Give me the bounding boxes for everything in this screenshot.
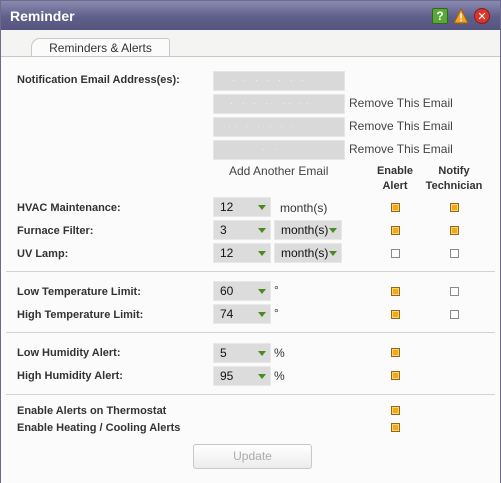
hvac-maintenance-select[interactable]: 12 bbox=[213, 197, 271, 217]
reminder-window: Reminder ? ✕ Reminders & Alerts Notifica… bbox=[0, 0, 501, 483]
warning-icon[interactable] bbox=[453, 8, 469, 24]
help-icon[interactable]: ? bbox=[432, 8, 448, 24]
chevron-down-icon bbox=[258, 312, 266, 317]
close-icon[interactable]: ✕ bbox=[474, 8, 490, 24]
chevron-down-icon bbox=[329, 251, 337, 256]
low-humidity-enable-alert-checkbox[interactable] bbox=[391, 348, 400, 357]
email-field[interactable]: ·· · · · · · bbox=[213, 117, 345, 137]
high-humidity-select[interactable]: 95 bbox=[213, 366, 271, 386]
low-temp-unit: ° bbox=[274, 283, 279, 297]
low-humidity-select[interactable]: 5 bbox=[213, 343, 271, 363]
hvac-enable-alert-checkbox[interactable] bbox=[391, 203, 400, 212]
remove-email-link[interactable]: Remove This Email bbox=[349, 119, 453, 133]
hvac-notify-technician-checkbox[interactable] bbox=[450, 203, 459, 212]
low-temp-enable-alert-checkbox[interactable] bbox=[391, 287, 400, 296]
furnace-filter-unit-select[interactable]: month(s) bbox=[274, 220, 342, 240]
divider bbox=[6, 271, 495, 272]
uv-notify-technician-checkbox[interactable] bbox=[450, 249, 459, 258]
enable-alert-header: Enable Alert bbox=[376, 165, 414, 192]
high-humidity-label: High Humidity Alert: bbox=[17, 370, 123, 382]
remove-email-link[interactable]: Remove This Email bbox=[349, 96, 453, 110]
low-temp-select[interactable]: 60 bbox=[213, 281, 271, 301]
high-temp-unit: ° bbox=[274, 306, 279, 320]
remove-email-link[interactable]: Remove This Email bbox=[349, 142, 453, 156]
heating-cooling-alerts-label: Enable Heating / Cooling Alerts bbox=[17, 422, 181, 434]
email-field[interactable]: · · · · · · · bbox=[213, 71, 345, 91]
furnace-filter-label: Furnace Filter: bbox=[17, 225, 94, 237]
divider bbox=[6, 394, 495, 395]
low-temp-label: Low Temperature Limit: bbox=[17, 286, 141, 298]
high-temp-enable-alert-checkbox[interactable] bbox=[391, 310, 400, 319]
hvac-maintenance-label: HVAC Maintenance: bbox=[17, 202, 121, 214]
uv-lamp-select[interactable]: 12 bbox=[213, 243, 271, 263]
tab-reminders-alerts[interactable]: Reminders & Alerts bbox=[31, 38, 170, 58]
chevron-down-icon bbox=[258, 251, 266, 256]
email-field[interactable]: · · bbox=[213, 140, 345, 160]
high-temp-select[interactable]: 74 bbox=[213, 304, 271, 324]
update-button[interactable]: Update bbox=[193, 444, 312, 469]
thermostat-alerts-checkbox[interactable] bbox=[391, 406, 400, 415]
email-label: Notification Email Address(es): bbox=[17, 74, 180, 86]
heating-cooling-alerts-checkbox[interactable] bbox=[391, 423, 400, 432]
email-field[interactable]: · · · ·· ·· ·· bbox=[213, 94, 345, 114]
high-temp-label: High Temperature Limit: bbox=[17, 309, 144, 321]
notify-technician-header: Notify Technician bbox=[425, 165, 483, 192]
chevron-down-icon bbox=[258, 205, 266, 210]
thermostat-alerts-label: Enable Alerts on Thermostat bbox=[17, 405, 167, 417]
chevron-down-icon bbox=[258, 289, 266, 294]
furnace-filter-select[interactable]: 3 bbox=[213, 220, 271, 240]
furnace-notify-technician-checkbox[interactable] bbox=[450, 226, 459, 235]
tab-label: Reminders & Alerts bbox=[49, 41, 152, 55]
chevron-down-icon bbox=[329, 228, 337, 233]
furnace-enable-alert-checkbox[interactable] bbox=[391, 226, 400, 235]
chevron-down-icon bbox=[258, 351, 266, 356]
high-humidity-enable-alert-checkbox[interactable] bbox=[391, 371, 400, 380]
chevron-down-icon bbox=[258, 228, 266, 233]
high-temp-notify-technician-checkbox[interactable] bbox=[450, 310, 459, 319]
chevron-down-icon bbox=[258, 374, 266, 379]
add-email-link[interactable]: Add Another Email bbox=[229, 164, 328, 178]
high-humidity-unit: % bbox=[274, 369, 285, 383]
low-humidity-unit: % bbox=[274, 346, 285, 360]
hvac-unit: month(s) bbox=[280, 201, 328, 215]
uv-lamp-unit-select[interactable]: month(s) bbox=[274, 243, 342, 263]
window-title: Reminder bbox=[10, 8, 75, 24]
uv-lamp-label: UV Lamp: bbox=[17, 248, 69, 260]
low-humidity-label: Low Humidity Alert: bbox=[17, 347, 121, 359]
divider bbox=[6, 332, 495, 333]
title-bar: Reminder ? ✕ bbox=[1, 1, 500, 30]
uv-enable-alert-checkbox[interactable] bbox=[391, 249, 400, 258]
low-temp-notify-technician-checkbox[interactable] bbox=[450, 287, 459, 296]
